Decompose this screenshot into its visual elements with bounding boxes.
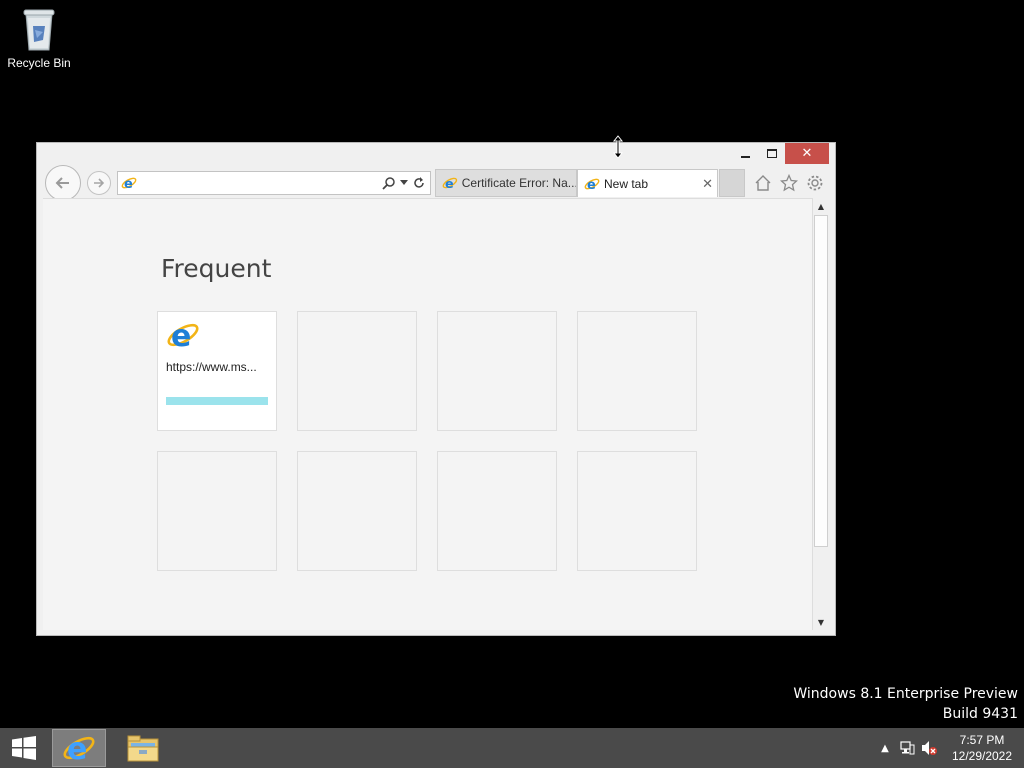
system-tray: ▲ 7:57 PM 12/29/2022 [874,728,1024,768]
ie-page-icon: e [118,175,140,191]
scroll-up-arrow-icon[interactable]: ▲ [813,198,829,214]
empty-tile[interactable] [297,311,417,431]
gear-icon[interactable] [805,173,825,193]
home-icon[interactable] [753,173,773,193]
empty-tile[interactable] [157,451,277,571]
favorites-star-icon[interactable] [779,173,799,193]
svg-text:e: e [171,319,191,352]
close-icon: ✕ [801,146,813,161]
minimize-button[interactable] [733,143,759,164]
windows-logo-icon [12,736,36,760]
maximize-icon [766,148,777,158]
recycle-bin-label: Recycle Bin [7,56,71,70]
tab-certificate-error[interactable]: e Certificate Error: Na... [435,169,577,197]
browser-window: ✕ e e Certificate Error: Na... e New tab… [36,142,836,636]
show-hidden-icons-arrow-icon[interactable]: ▲ [874,737,896,759]
start-button[interactable] [10,736,38,760]
page-title: Frequent [161,254,272,283]
empty-tile[interactable] [437,451,557,571]
toolbar-right-icons [753,173,825,193]
clock-date: 12/29/2022 [951,749,1013,763]
window-controls: ✕ [733,143,829,164]
svg-text:e: e [587,178,596,192]
internet-explorer-icon: e [63,732,95,765]
address-bar[interactable]: e [117,171,431,195]
scroll-down-arrow-icon[interactable]: ▼ [813,614,829,630]
folder-icon [127,735,159,762]
minimize-icon [741,155,750,158]
network-icon[interactable] [896,737,918,759]
url-input[interactable] [140,173,382,193]
close-button[interactable]: ✕ [785,143,829,164]
frequent-site-tile[interactable]: e https://www.ms... [157,311,277,431]
ie-tab-icon: e [442,177,458,191]
back-button[interactable] [45,165,81,201]
svg-text:e: e [445,177,454,191]
forward-button[interactable] [87,171,111,195]
new-tab-page: Frequent e https://www.ms... [43,198,829,630]
new-tab-button[interactable] [719,169,745,197]
windows-watermark: Windows 8.1 Enterprise Preview Build 943… [793,684,1018,724]
taskbar: e ▲ 7:57 PM 12/29/2022 [0,728,1024,768]
tab-title: New tab [604,176,649,191]
maximize-button[interactable] [759,143,785,164]
taskbar-clock[interactable]: 7:57 PM 12/29/2022 [940,732,1024,764]
watermark-build: Build 9431 [942,706,1018,722]
search-icon[interactable] [382,176,396,190]
empty-tile[interactable] [577,451,697,571]
tab-new-tab[interactable]: e New tab ✕ [577,169,718,197]
vertical-scrollbar[interactable]: ▲ ▼ [812,198,829,630]
ie-logo-icon: e [166,318,200,356]
dropdown-arrow-icon[interactable] [400,180,408,186]
empty-tile[interactable] [437,311,557,431]
scroll-thumb[interactable] [814,215,828,547]
clock-time: 7:57 PM [959,733,1005,747]
tile-color-bar [166,397,268,405]
recycle-bin-desktop-icon[interactable]: Recycle Bin [4,6,74,70]
back-arrow-icon [55,177,69,189]
recycle-bin-icon [23,9,55,51]
svg-text:e: e [124,177,133,191]
taskbar-file-explorer[interactable] [116,729,170,767]
resize-cursor-icon [612,135,624,159]
taskbar-internet-explorer[interactable]: e [52,729,106,767]
tab-title: Certificate Error: Na... [461,176,576,190]
volume-muted-icon[interactable] [918,737,940,759]
tab-close-icon[interactable]: ✕ [702,176,713,192]
tile-url-label: https://www.ms... [166,360,257,374]
browser-toolbar: e e Certificate Error: Na... e New tab ✕ [37,165,835,201]
empty-tile[interactable] [297,451,417,571]
forward-arrow-icon [94,178,105,188]
svg-text:e: e [67,732,87,765]
refresh-icon[interactable] [412,176,426,190]
watermark-edition: Windows 8.1 Enterprise Preview [793,686,1018,702]
ie-tab-icon: e [584,178,600,192]
empty-tile[interactable] [577,311,697,431]
